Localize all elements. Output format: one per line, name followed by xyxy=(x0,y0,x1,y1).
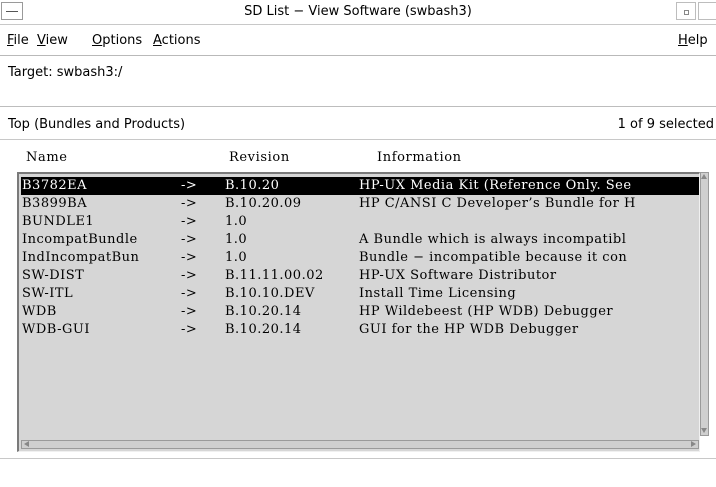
row-information: HP-UX Software Distributor xyxy=(359,268,557,283)
menu-actions[interactable]: Actions xyxy=(153,33,201,48)
list-row-7[interactable]: WDB -> B.10.20.14 HP Wildebeest (HP WDB)… xyxy=(21,303,699,321)
row-arrow: -> xyxy=(181,178,198,193)
row-name: SW-ITL xyxy=(22,286,74,301)
menu-actions-mnemonic: A xyxy=(153,33,162,48)
horizontal-scrollbar[interactable] xyxy=(21,440,699,449)
list-row-8[interactable]: WDB-GUI -> B.10.20.14 GUI for the HP WDB… xyxy=(21,321,699,339)
menu-help-mnemonic: H xyxy=(678,33,688,48)
list-row-5[interactable]: SW-DIST -> B.11.11.00.02 HP-UX Software … xyxy=(21,267,699,285)
list-level-label: Top (Bundles and Products) xyxy=(8,117,186,132)
row-revision: B.10.20.14 xyxy=(225,304,302,319)
row-name: IncompatBundle xyxy=(22,232,138,247)
minimize-button[interactable] xyxy=(676,2,696,20)
row-information: Install Time Licensing xyxy=(359,286,517,301)
row-arrow: -> xyxy=(181,232,198,247)
menu-actions-label: ctions xyxy=(161,33,201,48)
scroll-down-arrow-icon[interactable] xyxy=(700,426,709,436)
row-revision: 1.0 xyxy=(225,250,248,265)
title-bar[interactable]: SD List − View Software (swbash3) xyxy=(0,0,716,25)
row-name: WDB-GUI xyxy=(22,322,90,337)
list-row-1[interactable]: B3899BA -> B.10.20.09 HP C/ANSI C Develo… xyxy=(21,195,699,213)
row-revision: 1.0 xyxy=(225,232,248,247)
row-information: A Bundle which is always incompatibl xyxy=(359,232,627,247)
row-revision: B.11.11.00.02 xyxy=(225,268,324,283)
software-list[interactable]: B3782EA -> B.10.20 HP-UX Media Kit (Refe… xyxy=(17,172,700,452)
row-name: SW-DIST xyxy=(22,268,85,283)
list-row-3[interactable]: IncompatBundle -> 1.0 A Bundle which is … xyxy=(21,231,699,249)
row-name: B3899BA xyxy=(22,196,88,211)
list-row-0[interactable]: B3782EA -> B.10.20 HP-UX Media Kit (Refe… xyxy=(21,177,699,195)
row-arrow: -> xyxy=(181,304,198,319)
divider xyxy=(0,139,716,140)
row-arrow: -> xyxy=(181,196,198,211)
menu-view-label: iew xyxy=(45,33,68,48)
menu-options-mnemonic: O xyxy=(92,33,103,48)
list-row-4[interactable]: IndIncompatBun -> 1.0 Bundle − incompati… xyxy=(21,249,699,267)
menu-view-mnemonic: V xyxy=(37,33,46,48)
row-information: HP C/ANSI C Developer’s Bundle for H xyxy=(359,196,636,211)
row-revision: B.10.20.09 xyxy=(225,196,302,211)
menu-help[interactable]: Help xyxy=(678,33,708,48)
menu-options[interactable]: Options xyxy=(92,33,142,48)
row-name: B3782EA xyxy=(22,178,88,193)
column-header-information[interactable]: Information xyxy=(377,150,462,165)
row-arrow: -> xyxy=(181,322,198,337)
scroll-up-arrow-icon[interactable] xyxy=(700,172,709,182)
divider xyxy=(0,458,716,459)
row-name: BUNDLE1 xyxy=(22,214,95,229)
maximize-button[interactable] xyxy=(698,2,716,20)
menubar: File View Options Actions Help xyxy=(0,25,716,56)
column-header-revision[interactable]: Revision xyxy=(229,150,290,165)
column-header-name[interactable]: Name xyxy=(26,150,68,165)
window-title: SD List − View Software (swbash3) xyxy=(244,4,472,19)
vertical-scrollbar[interactable] xyxy=(700,172,709,436)
row-revision: B.10.10.DEV xyxy=(225,286,315,301)
list-row-2[interactable]: BUNDLE1 -> 1.0 xyxy=(21,213,699,231)
row-arrow: -> xyxy=(181,214,198,229)
scroll-left-arrow-icon[interactable] xyxy=(22,440,32,449)
row-arrow: -> xyxy=(181,250,198,265)
row-revision: B.10.20 xyxy=(225,178,280,193)
row-information: Bundle − incompatible because it con xyxy=(359,250,628,265)
menu-file-label: ile xyxy=(13,33,29,48)
row-revision: B.10.20.14 xyxy=(225,322,302,337)
row-name: WDB xyxy=(22,304,57,319)
menu-file[interactable]: File xyxy=(7,33,29,48)
list-row-6[interactable]: SW-ITL -> B.10.10.DEV Install Time Licen… xyxy=(21,285,699,303)
window-menu-button[interactable] xyxy=(1,2,23,20)
row-information: HP-UX Media Kit (Reference Only. See xyxy=(359,178,632,193)
row-name: IndIncompatBun xyxy=(22,250,140,265)
menu-view[interactable]: View xyxy=(37,33,68,48)
minimize-icon xyxy=(684,10,689,15)
scroll-right-arrow-icon[interactable] xyxy=(688,440,698,449)
row-arrow: -> xyxy=(181,286,198,301)
divider xyxy=(0,106,716,107)
menu-help-label: elp xyxy=(687,33,708,48)
window-menu-icon xyxy=(6,11,18,12)
target-label: Target: swbash3:/ xyxy=(8,65,123,80)
menu-options-label: ptions xyxy=(102,33,143,48)
row-information: GUI for the HP WDB Debugger xyxy=(359,322,579,337)
row-arrow: -> xyxy=(181,268,198,283)
row-information: HP Wildebeest (HP WDB) Debugger xyxy=(359,304,614,319)
selection-count: 1 of 9 selected xyxy=(617,117,714,132)
row-revision: 1.0 xyxy=(225,214,248,229)
